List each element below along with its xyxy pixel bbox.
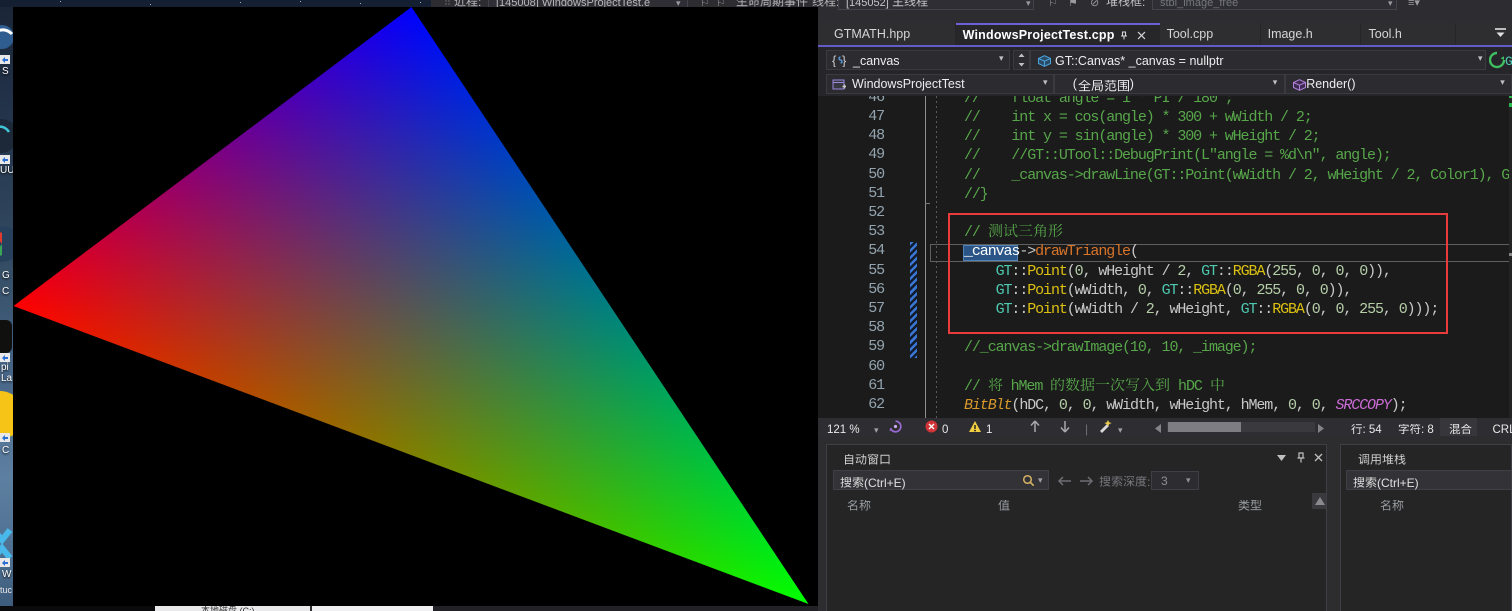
- svg-text:}: }: [842, 54, 847, 67]
- svg-text:{: {: [832, 54, 837, 67]
- svg-text:G: G: [1505, 54, 1512, 69]
